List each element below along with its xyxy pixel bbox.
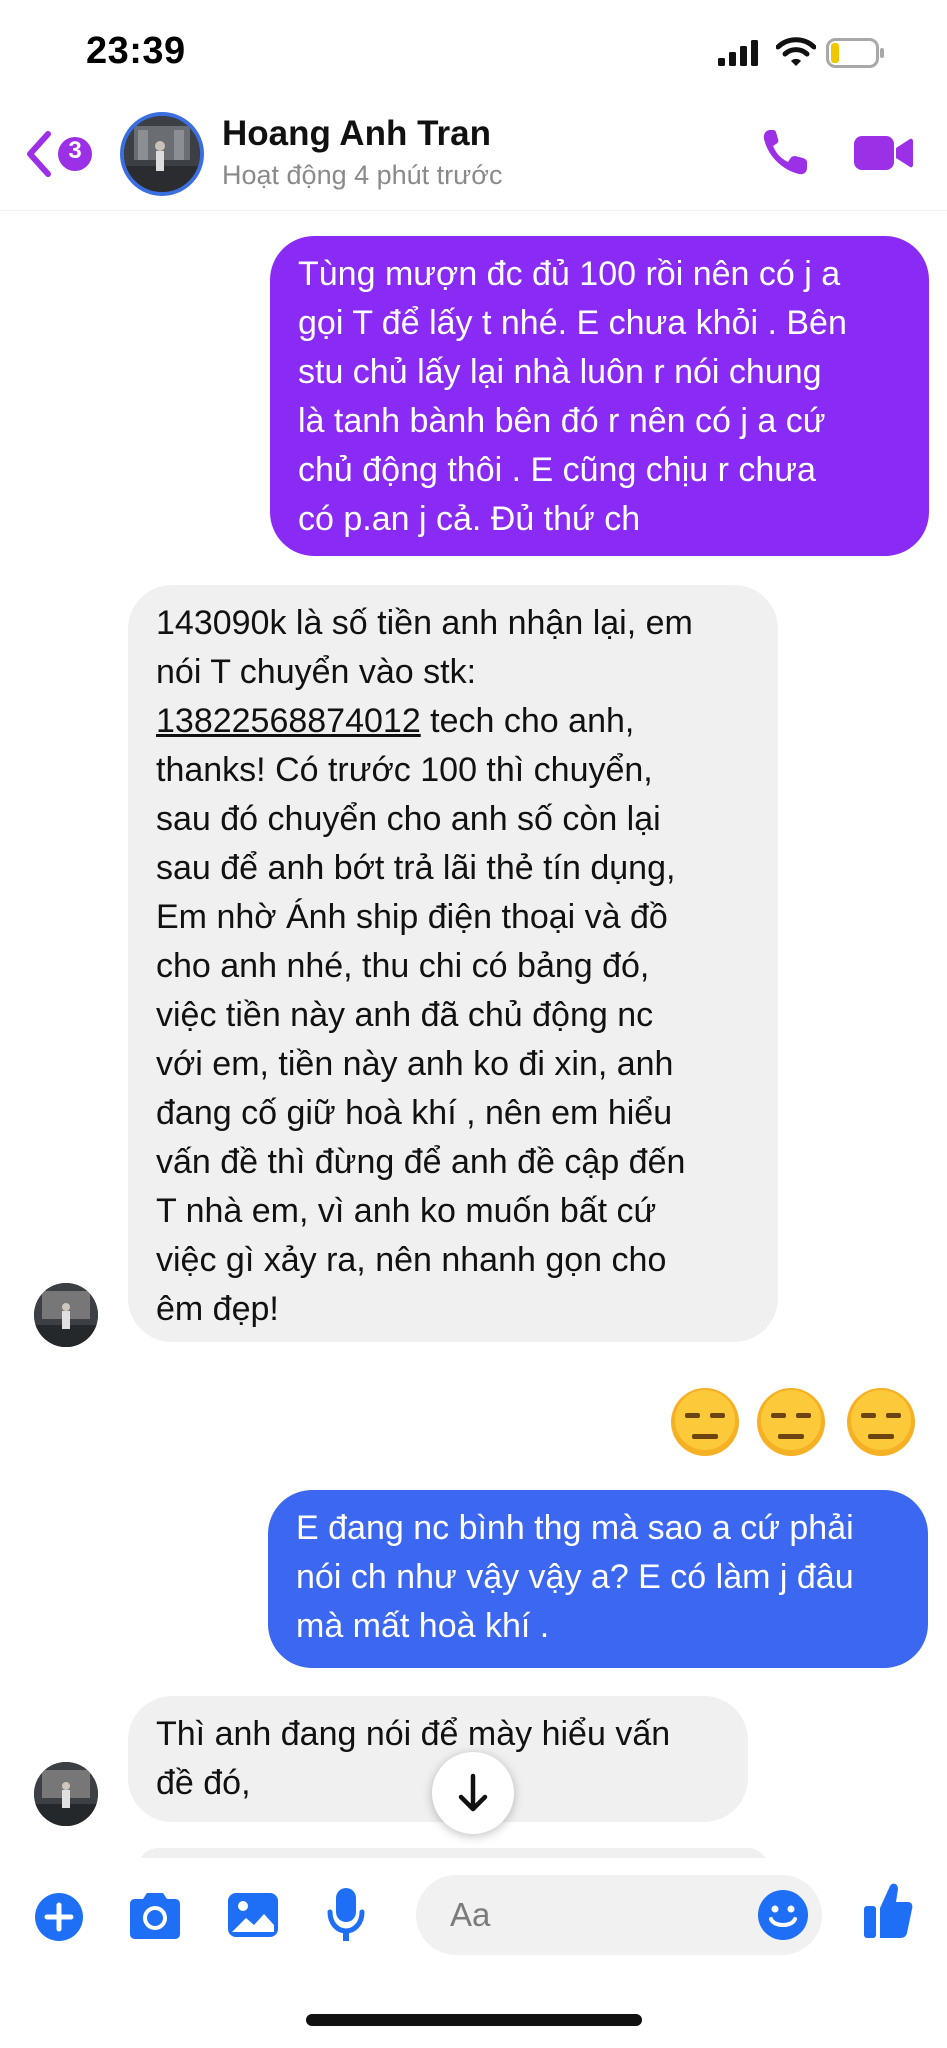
emoji-icon[interactable] <box>756 1888 810 1942</box>
contact-avatar-small <box>34 1762 98 1826</box>
thumbs-up-icon[interactable] <box>862 1880 914 1942</box>
home-indicator <box>306 2014 642 2026</box>
contact-name[interactable]: Hoang Anh Tran <box>222 114 491 154</box>
status-time: 23:39 <box>86 30 186 72</box>
wifi-icon <box>776 37 816 66</box>
contact-avatar[interactable] <box>120 112 204 196</box>
active-status: Hoạt động 4 phút trước <box>222 160 503 190</box>
account-number-link[interactable]: 13822568874012 <box>156 702 421 740</box>
contact-avatar-small <box>34 1283 98 1347</box>
outgoing-message[interactable]: Tùng mượn đc đủ 100 rồi nên có j a gọi T… <box>270 236 929 556</box>
image-gallery-icon[interactable] <box>226 1890 280 1940</box>
signal-icon <box>718 40 758 66</box>
expressionless-face-icon[interactable] <box>670 1387 740 1457</box>
outgoing-message[interactable]: E đang nc bình thg mà sao a cứ phải nói … <box>268 1490 928 1668</box>
arrow-down-icon <box>458 1773 488 1812</box>
video-camera-icon[interactable] <box>852 126 914 178</box>
camera-icon[interactable] <box>126 1890 184 1942</box>
battery-icon <box>826 38 884 68</box>
microphone-icon[interactable] <box>326 1886 366 1944</box>
plus-icon[interactable] <box>34 1892 84 1942</box>
unread-count-badge: 3 <box>68 137 82 164</box>
expressionless-face-icon[interactable] <box>756 1387 826 1457</box>
expressionless-face-icon[interactable] <box>846 1387 916 1457</box>
incoming-message[interactable]: 143090k là số tiền anh nhận lại, em nói … <box>128 585 778 1342</box>
message-text: 143090k là số tiền anh nhận lại, em nói … <box>156 604 693 691</box>
phone-icon[interactable] <box>760 126 810 178</box>
message-text: tech cho anh, thanks! Có trước 100 thì c… <box>156 702 686 1328</box>
back-button[interactable]: 3 <box>24 128 104 180</box>
scroll-to-bottom-button[interactable] <box>432 1752 514 1834</box>
